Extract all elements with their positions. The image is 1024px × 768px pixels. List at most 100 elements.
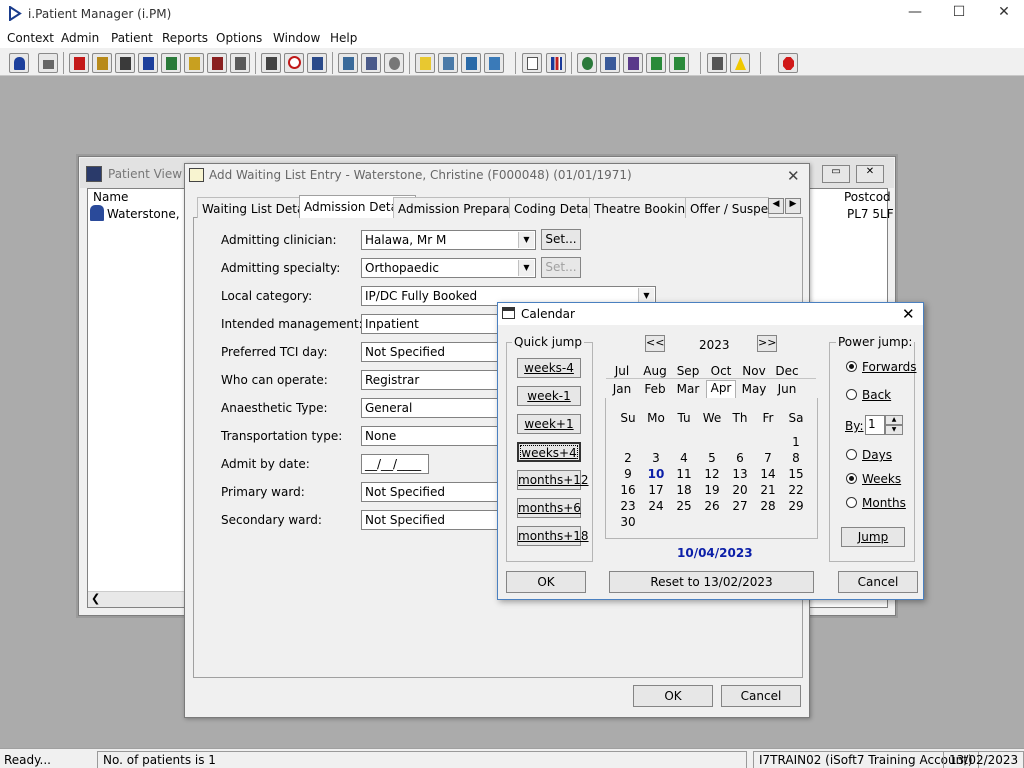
tab-scroll-left-button[interactable]: ◀ bbox=[768, 198, 784, 214]
pv-restore-button[interactable]: ▭ bbox=[822, 165, 850, 183]
calendar-day[interactable]: 3 bbox=[642, 451, 670, 465]
spin-down-icon[interactable]: ▼ bbox=[885, 425, 903, 435]
calendar-day[interactable]: 5 bbox=[698, 451, 726, 465]
week-plus-1-button[interactable]: week+1 bbox=[517, 414, 581, 434]
anaesthetic-type-select[interactable]: General bbox=[361, 398, 499, 418]
message-icon[interactable] bbox=[600, 53, 620, 73]
menu-options[interactable]: Options bbox=[216, 31, 262, 45]
weeks-plus-4-button[interactable]: weeks+4 bbox=[517, 442, 581, 462]
tab-scroll-right-button[interactable]: ▶ bbox=[785, 198, 801, 214]
calendar-day[interactable]: 11 bbox=[670, 467, 698, 481]
month-apr[interactable]: Apr bbox=[706, 380, 736, 398]
secondary-ward-select[interactable]: Not Specified bbox=[361, 510, 499, 530]
clinician-set-button[interactable]: Set... bbox=[541, 229, 581, 250]
calendar-day[interactable]: 30 bbox=[614, 515, 642, 529]
next-year-button[interactable]: >> bbox=[757, 335, 777, 352]
notes-icon[interactable] bbox=[184, 53, 204, 73]
transportation-type-select[interactable]: None bbox=[361, 426, 499, 446]
calendar-day[interactable]: 12 bbox=[698, 467, 726, 481]
calendar-day[interactable]: 9 bbox=[614, 467, 642, 481]
menu-help[interactable]: Help bbox=[330, 31, 357, 45]
preferred-tci-day-select[interactable]: Not Specified bbox=[361, 342, 499, 362]
calendar-day[interactable]: 19 bbox=[698, 483, 726, 497]
page-icon[interactable] bbox=[522, 53, 542, 73]
month-jan[interactable]: Jan bbox=[607, 382, 637, 396]
month-aug[interactable]: Aug bbox=[640, 364, 670, 378]
month-dec[interactable]: Dec bbox=[772, 364, 802, 378]
calendar-day[interactable]: 24 bbox=[642, 499, 670, 513]
calendar-ok-button[interactable]: OK bbox=[506, 571, 586, 593]
maximize-button[interactable]: ☐ bbox=[936, 4, 982, 24]
calendar-day[interactable]: 25 bbox=[670, 499, 698, 513]
calendar-day[interactable]: 10 bbox=[642, 467, 670, 481]
menu-window[interactable]: Window bbox=[273, 31, 320, 45]
chevron-down-icon[interactable]: ▼ bbox=[518, 232, 534, 248]
calendar-close-icon[interactable]: ✕ bbox=[902, 305, 915, 323]
pv-close-button[interactable]: ✕ bbox=[856, 165, 884, 183]
book-icon[interactable] bbox=[69, 53, 89, 73]
close-button[interactable]: ✕ bbox=[981, 4, 1024, 24]
calendar-cancel-button[interactable]: Cancel bbox=[838, 571, 918, 593]
column-header-name[interactable]: Name bbox=[93, 190, 128, 204]
ambulance-icon[interactable] bbox=[207, 53, 227, 73]
timer-icon[interactable] bbox=[384, 53, 404, 73]
weeks-minus-4-button[interactable]: weeks-4 bbox=[517, 358, 581, 378]
jump-button[interactable]: Jump bbox=[841, 527, 905, 547]
calendar-day[interactable]: 15 bbox=[782, 467, 810, 481]
cancel-appointment-icon[interactable] bbox=[261, 53, 281, 73]
calendar-day[interactable]: 28 bbox=[754, 499, 782, 513]
calendar-day[interactable]: 27 bbox=[726, 499, 754, 513]
months-plus-18-button[interactable]: months+18 bbox=[517, 526, 589, 546]
m-report-icon[interactable] bbox=[138, 53, 158, 73]
calendar-day[interactable]: 14 bbox=[754, 467, 782, 481]
globe-icon[interactable] bbox=[577, 53, 597, 73]
month-nov[interactable]: Nov bbox=[739, 364, 769, 378]
checklist-icon[interactable] bbox=[438, 53, 458, 73]
calendar-day[interactable]: 29 bbox=[782, 499, 810, 513]
theatre-icon[interactable] bbox=[484, 53, 504, 73]
approve-icon[interactable] bbox=[623, 53, 643, 73]
print-icon[interactable] bbox=[38, 53, 58, 73]
swap-icon[interactable] bbox=[707, 53, 727, 73]
calendar-day[interactable]: 23 bbox=[614, 499, 642, 513]
calendar-day[interactable]: 26 bbox=[698, 499, 726, 513]
weeks-radio[interactable] bbox=[846, 473, 857, 484]
by-value-input[interactable]: 1 bbox=[865, 415, 885, 435]
month-sep[interactable]: Sep bbox=[673, 364, 703, 378]
forwards-radio[interactable] bbox=[846, 361, 857, 372]
month-may[interactable]: May bbox=[739, 382, 769, 396]
calendar-day[interactable]: 4 bbox=[670, 451, 698, 465]
dialog-close-icon[interactable]: ✕ bbox=[787, 167, 800, 185]
menu-patient[interactable]: Patient bbox=[111, 31, 153, 45]
horizontal-scrollbar[interactable] bbox=[88, 591, 186, 607]
dialog-ok-button[interactable]: OK bbox=[633, 685, 713, 707]
back-radio[interactable] bbox=[846, 389, 857, 400]
clock-icon[interactable] bbox=[284, 53, 304, 73]
notepad-icon[interactable] bbox=[415, 53, 435, 73]
calendar-day[interactable]: 21 bbox=[754, 483, 782, 497]
person-icon[interactable] bbox=[161, 53, 181, 73]
days-radio[interactable] bbox=[846, 449, 857, 460]
import-icon[interactable] bbox=[669, 53, 689, 73]
week-minus-1-button[interactable]: week-1 bbox=[517, 386, 581, 406]
forms-icon[interactable] bbox=[361, 53, 381, 73]
month-mar[interactable]: Mar bbox=[673, 382, 703, 396]
calendar-day[interactable]: 13 bbox=[726, 467, 754, 481]
month-jul[interactable]: Jul bbox=[607, 364, 637, 378]
calendar-day[interactable]: 16 bbox=[614, 483, 642, 497]
admitting-specialty-select[interactable]: Orthopaedic ▼ bbox=[361, 258, 536, 278]
who-can-operate-select[interactable]: Registrar bbox=[361, 370, 499, 390]
calendar-day[interactable]: 8 bbox=[782, 451, 810, 465]
calendar-day[interactable]: 7 bbox=[754, 451, 782, 465]
dialog-cancel-button[interactable]: Cancel bbox=[721, 685, 801, 707]
admit-by-date-input[interactable]: __/__/____ bbox=[361, 454, 429, 474]
calendar-day[interactable]: 6 bbox=[726, 451, 754, 465]
month-oct[interactable]: Oct bbox=[706, 364, 736, 378]
scroll-left-icon[interactable]: ❮ bbox=[91, 592, 100, 605]
column-header-postcode[interactable]: Postcod bbox=[844, 190, 891, 204]
exit-icon[interactable] bbox=[778, 53, 798, 73]
intended-management-select[interactable]: Inpatient bbox=[361, 314, 499, 334]
calendar-day[interactable]: 20 bbox=[726, 483, 754, 497]
calendar-day[interactable]: 22 bbox=[782, 483, 810, 497]
month-jun[interactable]: Jun bbox=[772, 382, 802, 396]
